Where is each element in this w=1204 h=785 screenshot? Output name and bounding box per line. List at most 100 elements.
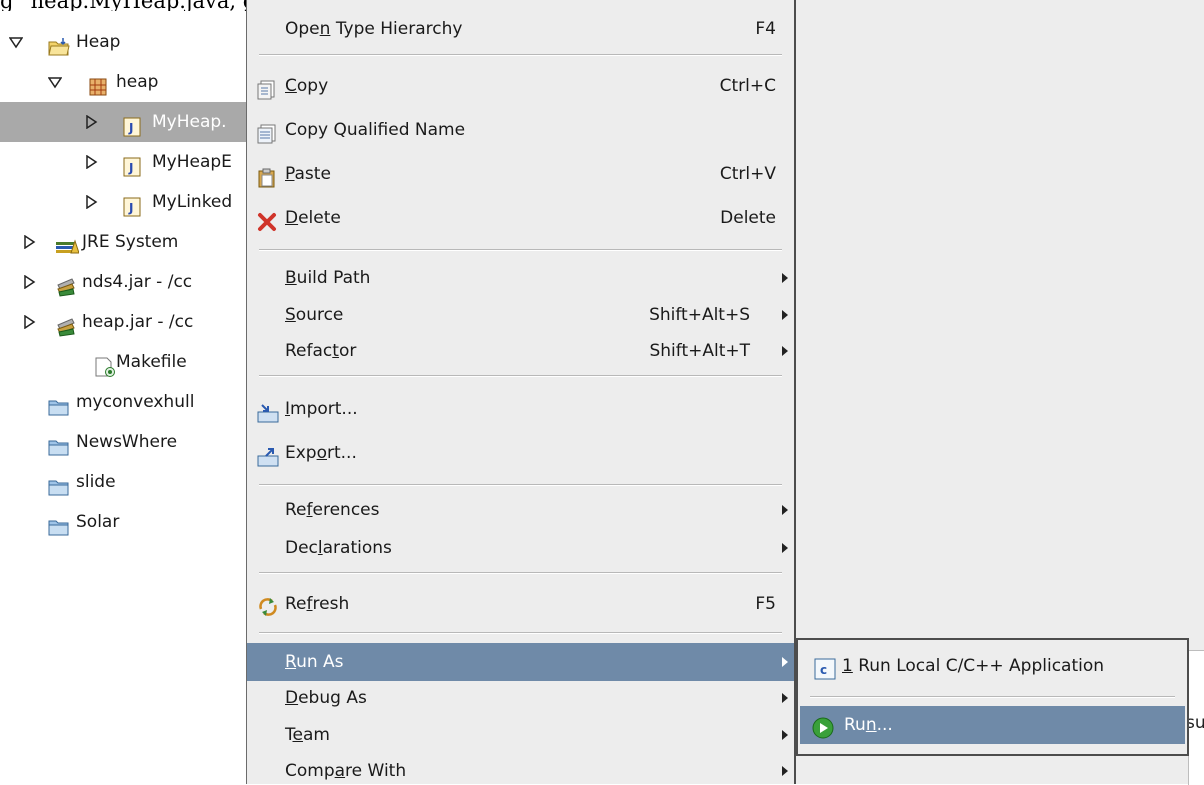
menu-separator <box>259 54 782 56</box>
java-file-icon: J <box>122 112 142 137</box>
menu-separator <box>810 696 1175 698</box>
tree-item-file-myheap[interactable]: J MyHeap. <box>0 102 246 142</box>
folder-icon <box>48 392 69 416</box>
menu-item-team[interactable]: Team <box>247 716 794 754</box>
menu-item-label: Copy <box>285 76 329 96</box>
tree-item-file-myheapb[interactable]: J MyHeapE <box>0 142 246 182</box>
twisty-collapsed-icon[interactable] <box>22 235 36 249</box>
java-file-icon: J <box>122 152 142 177</box>
tree-item-jre-system-library[interactable]: JRE System <box>0 222 246 262</box>
menu-item-run-as[interactable]: Run As <box>247 643 794 681</box>
menu-item-label: Debug As <box>285 688 367 708</box>
shortcut-label: F5 <box>755 594 776 614</box>
shortcut-label: Ctrl+C <box>719 76 776 96</box>
menu-item-label: Refactor <box>285 341 357 361</box>
twisty-collapsed-icon[interactable] <box>22 315 36 329</box>
menu-item-label: Import... <box>285 399 358 419</box>
twisty-collapsed-icon[interactable] <box>22 275 36 289</box>
twisty-collapsed-icon[interactable] <box>84 195 98 209</box>
tree-item-label: Heap <box>76 32 121 52</box>
shortcut-label: Shift+Alt+T <box>649 341 750 361</box>
menu-item-label: Source <box>285 305 344 325</box>
tree-item-file-mylinked[interactable]: J MyLinked <box>0 182 246 222</box>
folder-icon <box>48 432 69 456</box>
library-icon <box>55 232 80 254</box>
menu-item-source[interactable]: Source Shift+Alt+S <box>247 296 794 334</box>
folder-icon <box>48 472 69 496</box>
twisty-collapsed-icon[interactable] <box>84 155 98 169</box>
tree-item-label: heap <box>116 72 159 92</box>
makefile-icon <box>94 352 115 377</box>
menu-item-label: Run... <box>844 715 893 735</box>
tree-item-label: MyHeapE <box>152 152 232 172</box>
delete-icon <box>257 208 277 231</box>
twisty-expanded-icon[interactable] <box>48 75 62 89</box>
folder-project-icon <box>48 32 70 56</box>
twisty-collapsed-icon[interactable] <box>84 115 98 129</box>
menu-item-label: 1 Run Local C/C++ Application <box>842 656 1105 676</box>
tree-item-package-heap[interactable]: heap <box>0 62 246 102</box>
menu-item-copy[interactable]: Copy Ctrl+C <box>247 67 794 105</box>
submenu-arrow-icon <box>782 346 788 356</box>
context-menu: Open Type Hierarchy F4 Copy Ctrl+C Copy … <box>246 0 796 784</box>
java-file-icon: J <box>122 192 142 217</box>
submenu-item-run-local-c-application[interactable]: c 1 Run Local C/C++ Application <box>798 647 1187 685</box>
submenu-arrow-icon <box>782 310 788 320</box>
copy-icon <box>257 76 277 100</box>
menu-item-paste[interactable]: Paste Ctrl+V <box>247 155 794 193</box>
menu-item-references[interactable]: References <box>247 491 794 529</box>
menu-item-label: Paste <box>285 164 331 184</box>
svg-text:J: J <box>128 121 133 135</box>
shortcut-label: Shift+Alt+S <box>649 305 750 325</box>
tree-item-project-myconvexhull[interactable]: myconvexhull <box>0 382 246 422</box>
svg-text:c: c <box>820 663 827 677</box>
menu-item-build-path[interactable]: Build Path <box>247 259 794 297</box>
tree-item-label: Makefile <box>116 352 187 372</box>
tree-item-project-slide[interactable]: slide <box>0 462 246 502</box>
tree-item-label: slide <box>76 472 116 492</box>
menu-item-copy-qualified-name[interactable]: Copy Qualified Name <box>247 111 794 149</box>
shortcut-label: Delete <box>720 208 776 228</box>
menu-item-refresh[interactable]: Refresh F5 <box>247 585 794 623</box>
menu-separator <box>259 249 782 251</box>
tree-item-label: myconvexhull <box>76 392 195 412</box>
top-partial-text: g_ heap.MyHeap.java, g <box>0 0 250 11</box>
submenu-arrow-icon <box>782 730 788 740</box>
tree-item-jar-nds4[interactable]: nds4.jar - /cc <box>0 262 246 302</box>
menu-item-open-type-hierarchy[interactable]: Open Type Hierarchy F4 <box>247 10 794 48</box>
menu-item-import[interactable]: Import... <box>247 390 794 428</box>
tree-item-project-solar[interactable]: Solar <box>0 502 246 542</box>
menu-separator <box>259 572 782 574</box>
menu-separator <box>259 375 782 377</box>
tree-item-label: heap.jar - /cc <box>82 312 194 332</box>
jar-icon <box>56 312 76 337</box>
copy-qualified-name-icon <box>257 120 277 144</box>
menu-item-export[interactable]: Export... <box>247 434 794 472</box>
tree-item-file-makefile[interactable]: Makefile <box>0 342 246 382</box>
svg-text:J: J <box>128 161 133 175</box>
menu-item-declarations[interactable]: Declarations <box>247 529 794 567</box>
submenu-item-run[interactable]: Run... <box>800 706 1185 744</box>
menu-item-label: Team <box>285 725 330 745</box>
menu-item-compare-with[interactable]: Compare With <box>247 752 794 784</box>
twisty-expanded-icon[interactable] <box>9 35 23 49</box>
shortcut-label: Ctrl+V <box>719 164 776 184</box>
menu-item-debug-as[interactable]: Debug As <box>247 679 794 717</box>
menu-item-label: Open Type Hierarchy <box>285 19 463 39</box>
submenu-arrow-icon <box>782 657 788 667</box>
menu-item-label: Copy Qualified Name <box>285 120 466 140</box>
tree-item-project-newswhere[interactable]: NewsWhere <box>0 422 246 462</box>
menu-item-refactor[interactable]: Refactor Shift+Alt+T <box>247 332 794 370</box>
menu-item-delete[interactable]: Delete Delete <box>247 199 794 237</box>
shortcut-label: F4 <box>755 19 776 39</box>
tree-item-jar-heap[interactable]: heap.jar - /cc <box>0 302 246 342</box>
package-icon <box>88 72 108 96</box>
tree-item-project-heap[interactable]: Heap <box>0 22 246 62</box>
run-icon <box>812 715 834 739</box>
menu-item-label: Export... <box>285 443 357 463</box>
package-explorer-tree: Heap heap J MyHeap. J MyHeapE J MyLinked… <box>0 22 246 784</box>
folder-icon <box>48 512 69 536</box>
import-icon <box>257 399 279 423</box>
tree-item-label: nds4.jar - /cc <box>82 272 193 292</box>
svg-text:J: J <box>128 201 133 215</box>
